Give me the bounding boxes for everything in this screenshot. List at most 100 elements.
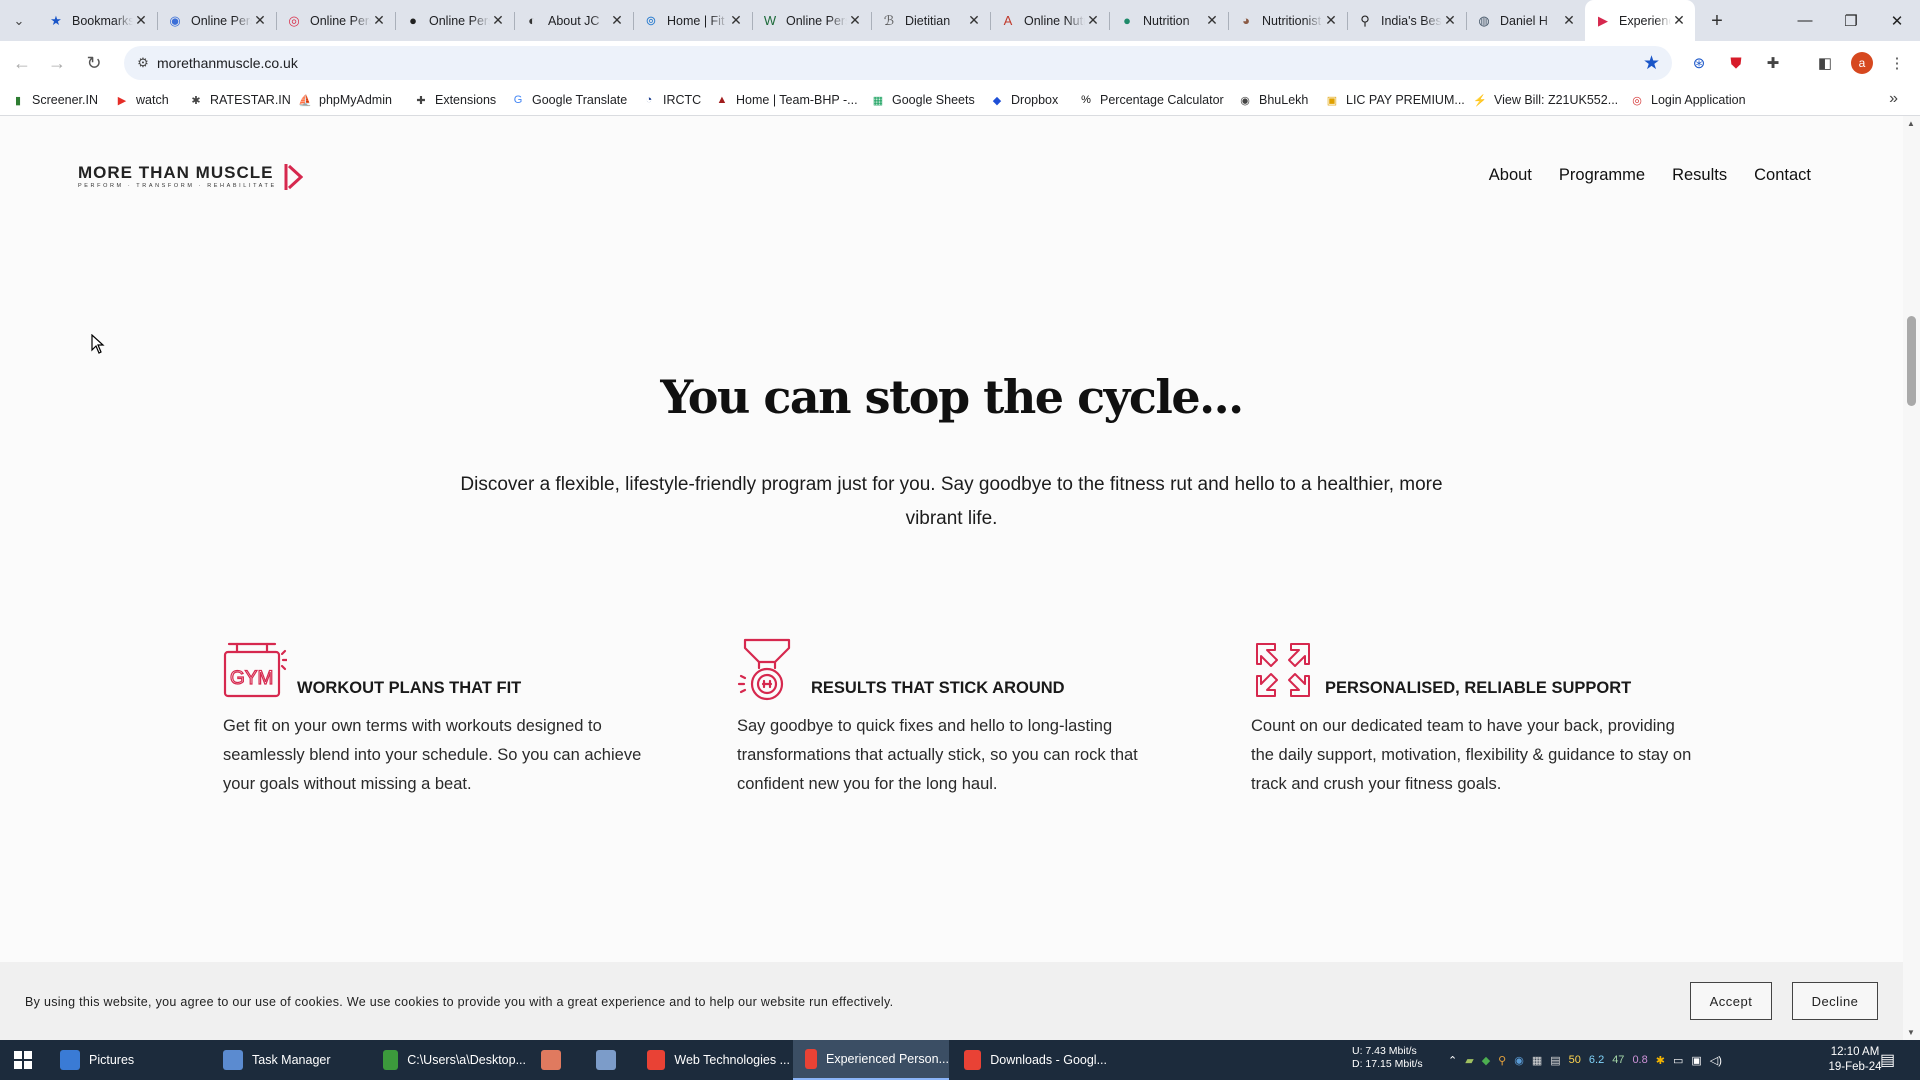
shield-extension-icon[interactable]: ⛊: [1725, 52, 1747, 74]
site-info-icon[interactable]: ⚙: [134, 54, 152, 72]
forward-icon[interactable]: →: [43, 49, 71, 77]
close-tab-icon[interactable]: ✕: [609, 12, 625, 29]
minimize-icon[interactable]: —: [1782, 0, 1828, 41]
browser-tab[interactable]: ◍ Daniel H ✕: [1466, 0, 1585, 41]
tray-app-icon[interactable]: ▰: [1465, 1054, 1473, 1067]
bookmark-item[interactable]: ◉ BhuLekh: [1237, 91, 1308, 109]
tab-search-icon[interactable]: ⌄: [6, 8, 32, 34]
taskbar-item[interactable]: [584, 1040, 632, 1080]
browser-tab[interactable]: ● Online Pers ✕: [395, 0, 514, 41]
tray-app-icon[interactable]: ◆: [1482, 1054, 1490, 1067]
side-panel-icon[interactable]: ◧: [1814, 52, 1836, 74]
more-bookmarks-icon[interactable]: »: [1889, 90, 1898, 108]
browser-tab[interactable]: ◎ Online Pers ✕: [276, 0, 395, 41]
windows-start-icon[interactable]: [0, 1040, 46, 1080]
url-text[interactable]: morethanmuscle.co.uk: [157, 55, 298, 71]
tray-app-icon[interactable]: ▦: [1532, 1054, 1542, 1067]
bookmark-item[interactable]: G Google Translate: [510, 91, 627, 109]
close-tab-icon[interactable]: ✕: [1085, 12, 1101, 29]
close-tab-icon[interactable]: ✕: [966, 12, 982, 29]
menu-dots-icon[interactable]: ⋮: [1886, 52, 1908, 74]
new-tab-button[interactable]: +: [1704, 8, 1730, 34]
tray-app-icon[interactable]: ✱: [1656, 1054, 1665, 1067]
tray-search-icon[interactable]: ⚲: [1498, 1054, 1506, 1067]
browser-tab[interactable]: W Online Pers ✕: [752, 0, 871, 41]
browser-tab[interactable]: ◉ Online Pers ✕: [157, 0, 276, 41]
close-tab-icon[interactable]: ✕: [1442, 12, 1458, 29]
bookmark-star-icon[interactable]: ★: [1643, 52, 1660, 75]
extension-icon[interactable]: ⊛: [1688, 52, 1710, 74]
bookmark-item[interactable]: ✱ RATESTAR.IN: [188, 91, 290, 109]
bookmark-item[interactable]: ▦ Google Sheets: [870, 91, 975, 109]
taskbar-item[interactable]: Pictures: [48, 1040, 206, 1080]
back-icon[interactable]: ←: [8, 49, 36, 77]
nav-contact[interactable]: Contact: [1754, 166, 1811, 185]
nav-results[interactable]: Results: [1672, 166, 1727, 185]
bookmark-item[interactable]: % Percentage Calculator: [1078, 91, 1224, 109]
bookmark-item[interactable]: ▲ Home | Team-BHP -...: [714, 91, 858, 109]
bookmark-item[interactable]: ▣ LIC PAY PREMIUM...: [1324, 91, 1465, 109]
scroll-up-icon[interactable]: ▲: [1907, 119, 1915, 128]
browser-tab[interactable]: A Online Nutr ✕: [990, 0, 1109, 41]
browser-tab[interactable]: ℬ Dietitian ✕: [871, 0, 990, 41]
site-logo[interactable]: MORE THAN MUSCLE PERFORM · TRANSFORM · R…: [78, 162, 303, 192]
tray-app-icon[interactable]: ◉: [1514, 1054, 1524, 1067]
volume-icon[interactable]: ◁): [1710, 1054, 1722, 1067]
close-tab-icon[interactable]: ✕: [1204, 12, 1220, 29]
upload-speed: U: 7.43 Mbit/s: [1352, 1045, 1417, 1057]
scroll-thumb[interactable]: [1907, 316, 1916, 406]
browser-tab[interactable]: ◐ About JC ✕: [514, 0, 633, 41]
tray-number: 47: [1612, 1054, 1625, 1066]
taskbar-item[interactable]: [529, 1040, 581, 1080]
bookmark-item[interactable]: ▮ Screener.IN: [10, 91, 98, 109]
bookmark-item[interactable]: ⛵ phpMyAdmin: [297, 91, 392, 109]
browser-tab[interactable]: ★ Bookmarks ✕: [38, 0, 157, 41]
browser-tab[interactable]: ▶ Experienced✕: [1585, 0, 1695, 41]
address-bar[interactable]: ⚙ morethanmuscle.co.uk ★: [124, 46, 1672, 80]
close-tab-icon[interactable]: ✕: [1561, 12, 1577, 29]
bookmark-item[interactable]: ◆ Dropbox: [989, 91, 1058, 109]
network-icon[interactable]: ▣: [1691, 1054, 1701, 1067]
browser-tab[interactable]: ⊚ Home | Fit ✕: [633, 0, 752, 41]
close-tab-icon[interactable]: ✕: [133, 12, 149, 29]
restore-icon[interactable]: ❐: [1828, 0, 1874, 41]
taskbar-item[interactable]: Task Manager: [211, 1040, 367, 1080]
close-tab-icon[interactable]: ✕: [490, 12, 506, 29]
taskbar-item[interactable]: Downloads - Googl...: [952, 1040, 1107, 1080]
accept-cookies-button[interactable]: Accept: [1690, 982, 1772, 1020]
close-window-icon[interactable]: ✕: [1874, 0, 1920, 41]
taskbar-item-label: Web Technologies ...: [674, 1053, 790, 1067]
bookmark-item[interactable]: ✚ Extensions: [413, 91, 496, 109]
puzzle-icon[interactable]: ✚: [1762, 52, 1784, 74]
logo-tagline: PERFORM · TRANSFORM · REHABILITATE: [78, 183, 277, 189]
taskbar-item[interactable]: C:\Users\a\Desktop...: [371, 1040, 526, 1080]
tray-app-icon[interactable]: ▤: [1550, 1054, 1560, 1067]
decline-cookies-button[interactable]: Decline: [1792, 982, 1878, 1020]
close-tab-icon[interactable]: ✕: [847, 12, 863, 29]
browser-tab[interactable]: ● Nutrition ✕: [1109, 0, 1228, 41]
nav-programme[interactable]: Programme: [1559, 166, 1645, 185]
notifications-icon[interactable]: ▤: [1880, 1040, 1895, 1080]
browser-tab[interactable]: ◕ Nutritionist ✕: [1228, 0, 1347, 41]
close-tab-icon[interactable]: ✕: [371, 12, 387, 29]
login-icon: ◎: [1632, 94, 1642, 107]
taskbar-item[interactable]: Experienced Person...: [793, 1040, 949, 1080]
nav-about[interactable]: About: [1489, 166, 1532, 185]
close-tab-icon[interactable]: ✕: [728, 12, 744, 29]
scroll-down-icon[interactable]: ▼: [1907, 1028, 1915, 1037]
bookmark-item[interactable]: ⚡ View Bill: Z21UK552...: [1472, 91, 1618, 109]
close-tab-icon[interactable]: ✕: [1671, 12, 1687, 29]
tray-expand-icon[interactable]: ⌃: [1448, 1054, 1457, 1067]
reload-icon[interactable]: ↻: [80, 49, 108, 77]
close-tab-icon[interactable]: ✕: [1323, 12, 1339, 29]
letter-a-icon: A: [1003, 12, 1013, 28]
bookmark-item[interactable]: ◔ IRCTC: [641, 91, 702, 109]
bookmark-item[interactable]: ▶ watch: [114, 91, 169, 109]
bookmark-item[interactable]: ◎ Login Application: [1629, 91, 1745, 109]
browser-tab[interactable]: ⚲ India's Best ✕: [1347, 0, 1466, 41]
taskbar-item[interactable]: Web Technologies ...: [635, 1040, 790, 1080]
close-tab-icon[interactable]: ✕: [252, 12, 268, 29]
page-scrollbar[interactable]: ▲ ▼: [1903, 116, 1920, 1040]
battery-icon[interactable]: ▭: [1673, 1054, 1683, 1067]
profile-avatar[interactable]: a: [1851, 52, 1873, 74]
